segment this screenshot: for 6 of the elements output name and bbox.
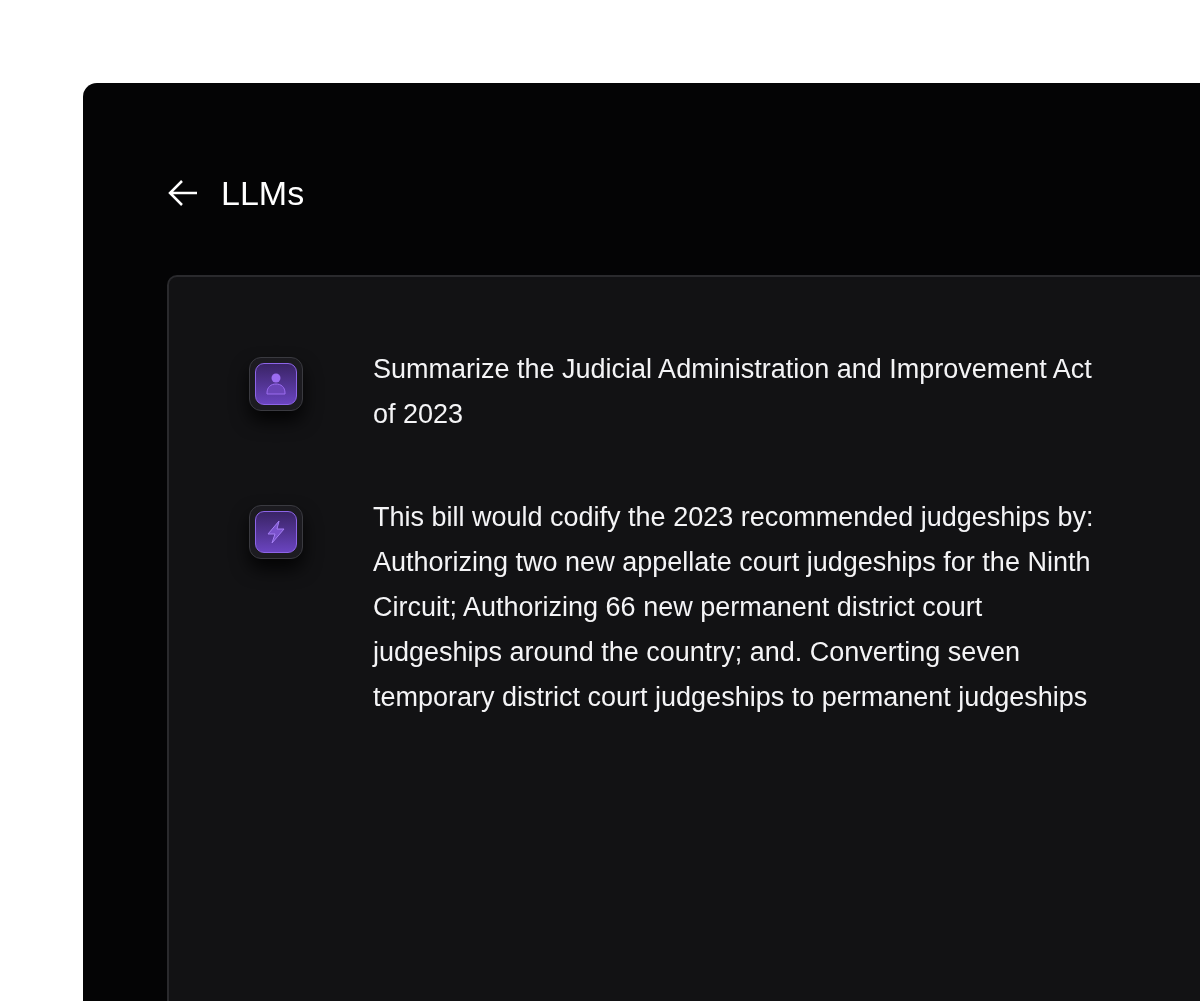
page-title: LLMs — [221, 172, 305, 214]
lightning-icon — [265, 520, 287, 544]
person-icon — [265, 372, 287, 396]
back-arrow-icon[interactable] — [167, 179, 199, 207]
message-text: Summarize the Judicial Administration and Improvement Act of 2023 — [373, 353, 1093, 431]
message-text: This bill would codify the 2023 recommended judgeships by: Authorizing two new appellate court judgeships for the Ninth Circuit; Authorizing 66 new permanent district court judgeships around the country; and. Converting seven temporary district court judgeships to permanent judgeships — [373, 501, 1095, 714]
